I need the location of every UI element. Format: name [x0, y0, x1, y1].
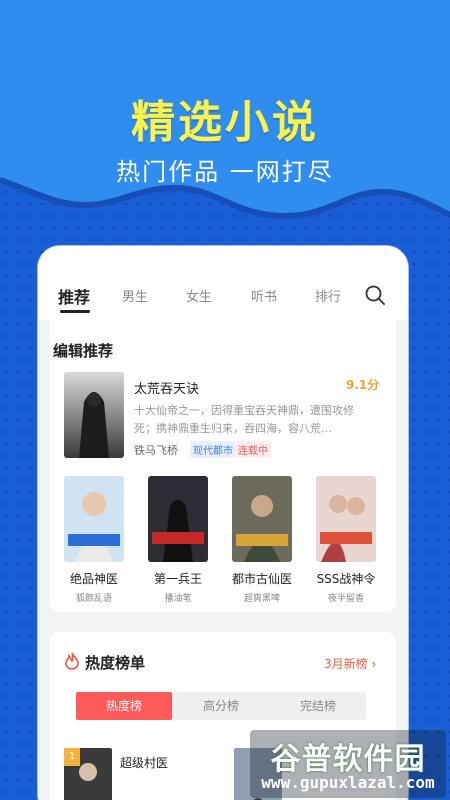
app-screen: 推荐 男生 女生 听书 排行 编辑推荐 太荒吞天诀 9.1分 十大仙帝之一，因得…	[38, 246, 408, 800]
tab-male[interactable]: 男生	[122, 286, 148, 305]
book-cover	[148, 476, 208, 562]
tab-female[interactable]: 女生	[186, 286, 212, 305]
book-cover	[64, 476, 124, 562]
book-cover	[232, 476, 292, 562]
book-title: 第一兵王	[153, 572, 202, 586]
ranking-book-title[interactable]: 超级村医	[120, 754, 168, 771]
book-item[interactable]: 第一兵王 播油笔	[146, 476, 210, 604]
search-icon[interactable]	[364, 284, 386, 306]
flame-icon	[65, 652, 79, 670]
rank-badge: 1	[64, 748, 80, 766]
featured-book-title[interactable]: 太荒吞天诀	[134, 378, 199, 397]
segment-hot[interactable]: 热度榜	[76, 692, 172, 720]
ranking-more-link[interactable]: 3月新榜 ›	[324, 655, 376, 672]
featured-book-description: 十大仙帝之一，因得重宝吞天神鼎，遭围攻修死；携神鼎重生归来，吞四海，容八荒…	[134, 404, 354, 435]
phone-mockup: 推荐 男生 女生 听书 排行 编辑推荐 太荒吞天诀 9.1分 十大仙帝之一，因得…	[38, 246, 408, 800]
book-title: 绝品神医	[69, 572, 118, 586]
tab-ranking[interactable]: 排行	[315, 286, 341, 305]
cover-art	[64, 372, 124, 458]
segment-completed[interactable]: 完结榜	[270, 692, 366, 720]
book-author: 狐颜乱语	[75, 594, 112, 604]
book-item[interactable]: SSS战神令 夜半留香	[314, 476, 378, 604]
book-item[interactable]: 绝品神医 狐颜乱语	[62, 476, 126, 604]
book-cover	[316, 476, 376, 562]
genre-tag: 现代都市	[190, 441, 236, 458]
ranking-segment-control: 热度榜 高分榜 完结榜	[76, 692, 366, 720]
hero-subtitle: 热门作品 一网打尽	[116, 158, 334, 186]
book-item[interactable]: 都市古仙医 超爽黑啤	[230, 476, 294, 604]
featured-book-author: 铁马飞桥	[134, 444, 178, 457]
active-tab-indicator	[60, 310, 90, 313]
featured-book-score: 9.1分	[346, 378, 380, 392]
book-author: 超爽黑啤	[243, 594, 280, 604]
top-tab-bar: 推荐 男生 女生 听书 排行	[38, 246, 408, 320]
segment-high-score[interactable]: 高分榜	[173, 692, 269, 720]
watermark-url: www.gupuxlazal.com	[261, 773, 435, 792]
tab-audio[interactable]: 听书	[251, 286, 277, 305]
ranking-title: 热度榜单	[85, 654, 146, 672]
book-title: 都市古仙医	[231, 572, 292, 586]
book-author: 夜半留香	[327, 594, 364, 604]
book-title: SSS战神令	[316, 572, 376, 586]
status-tag: 连载中	[235, 441, 271, 458]
watermark-brand: 谷普软件园	[270, 742, 426, 777]
book-author: 播油笔	[164, 594, 192, 604]
tab-recommend[interactable]: 推荐	[58, 284, 90, 308]
featured-book-cover[interactable]	[64, 372, 124, 458]
hero-title: 精选小说	[131, 97, 319, 148]
section-title: 编辑推荐	[53, 342, 114, 360]
